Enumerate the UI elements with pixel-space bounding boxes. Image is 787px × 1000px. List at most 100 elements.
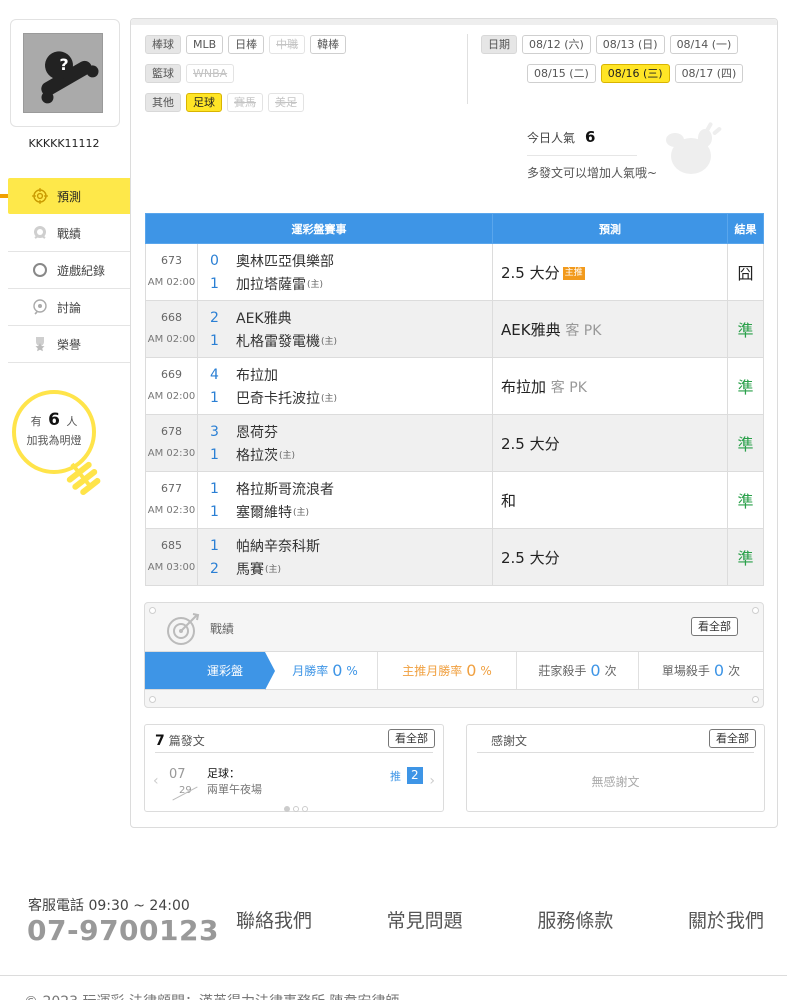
service-hours: 客服電話 09:30 ~ 24:00 xyxy=(28,898,190,914)
match-teams: 0 奧林匹亞俱樂部 1 加拉塔薩雷 (主) xyxy=(197,243,493,301)
view-all-thanks-button[interactable]: 看全部 xyxy=(709,729,756,748)
table-row[interactable]: 678 AM 02:30 3 恩荷芬 1 格拉茨 (主) 2.5 大分 準 xyxy=(145,414,764,472)
table-row[interactable]: 669 AM 02:00 4 布拉加 1 巴奇卡托波拉 (主) 布拉加 客 PK 準 xyxy=(145,357,764,415)
view-all-posts-button[interactable]: 看全部 xyxy=(388,729,435,748)
table-row[interactable]: 685 AM 03:00 1 帕納辛奈科斯 2 馬賽 (主) 2.5 大分 準 xyxy=(145,528,764,586)
filter-mlb[interactable]: MLB xyxy=(186,35,224,54)
prediction-cell: 2.5 大分 xyxy=(492,528,728,586)
post-item[interactable]: ‹ 07 29 足球： 兩單午夜場 推 2 › xyxy=(153,761,435,801)
chevron-left-icon[interactable]: ‹ xyxy=(153,773,159,789)
chat-icon xyxy=(32,299,48,315)
stat-banker-killer: 莊家殺手 0 次 xyxy=(517,652,639,689)
home-team-name: 格拉茨 xyxy=(236,447,278,464)
filter-cpbl: 中職 xyxy=(269,35,306,54)
record-stats-bar: 運彩盤 月勝率 0% 主推月勝率 0% 莊家殺手 0 次 單場殺手 0 次 xyxy=(145,651,763,690)
filter-divider xyxy=(467,34,468,104)
match-id: 685 xyxy=(161,539,182,552)
result-cell: 囧 xyxy=(727,243,764,301)
header-match: 運彩盤賽事 xyxy=(145,213,493,244)
filter-other: 其他 足球 賽馬 美足 xyxy=(145,93,304,112)
chevron-right-icon[interactable]: › xyxy=(429,773,435,789)
home-mark: (主) xyxy=(321,337,338,347)
sidebar-item-discussion[interactable]: 討論 xyxy=(8,289,130,326)
stat-value: 0 xyxy=(466,661,477,680)
date-0816[interactable]: 08/16 (三) xyxy=(600,64,670,83)
home-team-name: 塞爾維特 xyxy=(236,504,292,521)
stat-label: 莊家殺手 xyxy=(538,664,587,678)
table-row[interactable]: 677 AM 02:30 1 格拉斯哥流浪者 1 塞爾維特 (主) 和 準 xyxy=(145,471,764,529)
link-about-us[interactable]: 關於我們 xyxy=(682,906,770,933)
pager-dot[interactable] xyxy=(293,806,299,812)
link-faq[interactable]: 常見問題 xyxy=(381,906,469,933)
away-team: 1 格拉斯哥流浪者 xyxy=(210,477,492,500)
pager-dot[interactable] xyxy=(284,806,290,812)
prediction-cell: AEK雅典 客 PK xyxy=(492,300,728,358)
filter-label-other: 其他 xyxy=(145,93,181,112)
view-all-record-button[interactable]: 看全部 xyxy=(691,617,738,636)
away-score: 3 xyxy=(210,423,219,440)
result-cell: 準 xyxy=(727,357,764,415)
date-filter-row-2: 08/15 (二) 08/16 (三) 08/17 (四) xyxy=(527,64,744,83)
home-team: 1 格拉茨 (主) xyxy=(210,443,492,466)
sidebar-item-honor[interactable]: 榮譽 xyxy=(8,326,130,363)
sidebar-item-predict[interactable]: 預測 xyxy=(0,178,139,214)
sidebar-item-record[interactable]: 戰績 xyxy=(8,215,130,252)
filter-kbo[interactable]: 韓棒 xyxy=(310,35,347,54)
away-team: 3 恩荷芬 xyxy=(210,420,492,443)
sidebar-item-label: 討論 xyxy=(57,300,82,315)
date-0813[interactable]: 08/13 (日) xyxy=(595,35,665,54)
record-panel: 戰績 看全部 運彩盤 月勝率 0% 主推月勝率 0% 莊家殺手 0 次 單場殺手 0 次 xyxy=(144,602,764,708)
home-mark: (主) xyxy=(307,280,324,290)
table-row[interactable]: 668 AM 02:00 2 AEK雅典 1 札格雷發電機 (主) AEK雅典 客 PK… xyxy=(145,300,764,358)
circle-icon xyxy=(32,262,48,278)
pager-dot[interactable] xyxy=(302,806,308,812)
popularity-value: 6 xyxy=(585,128,596,146)
filter-american-football: 美足 xyxy=(268,93,304,112)
home-team: 1 札格雷發電機 (主) xyxy=(210,329,492,352)
table-row[interactable]: 673 AM 02:00 0 奧林匹亞俱樂部 1 加拉塔薩雷 (主) 2.5 大分 主推 … xyxy=(145,243,764,301)
date-0812[interactable]: 08/12 (六) xyxy=(522,35,591,54)
tab-sports-lottery[interactable]: 運彩盤 xyxy=(145,652,275,690)
match-meta: 677 AM 02:30 xyxy=(145,471,198,529)
stat-unit: % xyxy=(480,663,492,678)
popularity-hint: 多發文可以增加人氣哦~ xyxy=(527,166,658,180)
away-team: 4 布拉加 xyxy=(210,363,492,386)
avatar[interactable]: ? xyxy=(23,33,103,113)
stat-value: 0 xyxy=(713,661,725,680)
filter-npb[interactable]: 日棒 xyxy=(228,35,265,54)
prediction-cell: 和 xyxy=(492,471,728,529)
post-title[interactable]: 兩單午夜場 xyxy=(207,781,262,797)
link-contact-us[interactable]: 聯絡我們 xyxy=(230,906,318,933)
home-team: 1 巴奇卡托波拉 (主) xyxy=(210,386,492,409)
filter-soccer[interactable]: 足球 xyxy=(186,93,222,112)
sidebar-item-label: 預測 xyxy=(57,189,82,204)
target-icon xyxy=(167,613,200,645)
home-team: 1 加拉塔薩雷 (主) xyxy=(210,272,492,295)
prediction-cell: 布拉加 客 PK xyxy=(492,357,728,415)
service-phone: 07-9700123 xyxy=(27,914,219,947)
follow-me-label: 加我為明燈 xyxy=(26,434,82,447)
date-0815[interactable]: 08/15 (二) xyxy=(527,64,596,83)
home-team: 2 馬賽 (主) xyxy=(210,557,492,580)
sidebar-item-game-history[interactable]: 遊戲紀錄 xyxy=(8,252,130,289)
link-terms[interactable]: 服務條款 xyxy=(531,906,619,933)
prediction-pick: 2.5 大分 xyxy=(501,263,560,282)
fans-lightbulb[interactable]: 有 6 人 加我為明燈 xyxy=(10,388,104,498)
avatar-frame: ? xyxy=(10,19,120,127)
away-team-name: 格拉斯哥流浪者 xyxy=(236,481,334,498)
main-pick-badge: 主推 xyxy=(562,266,585,280)
predictions-table: 運彩盤賽事 預測 結果 673 AM 02:00 0 奧林匹亞俱樂部 1 加拉塔薩雷(… xyxy=(145,213,764,586)
stat-monthly-win-rate: 月勝率 0% xyxy=(265,652,378,689)
match-teams: 3 恩荷芬 1 格拉茨 (主) xyxy=(197,414,493,472)
date-0814[interactable]: 08/14 (一) xyxy=(669,35,739,54)
match-id: 668 xyxy=(161,311,182,324)
stat-unit: 次 xyxy=(604,664,617,678)
table-header-row: 運彩盤賽事 預測 結果 xyxy=(145,213,764,244)
date-0817[interactable]: 08/17 (四) xyxy=(674,64,744,83)
unknown-user-icon: ? xyxy=(41,51,99,104)
match-id: 673 xyxy=(161,254,182,267)
post-recommend: 推 2 xyxy=(390,767,423,784)
filter-wnba: WNBA xyxy=(186,64,235,83)
prediction-pick: 布拉加 xyxy=(501,377,547,396)
corner-dot xyxy=(752,696,759,703)
